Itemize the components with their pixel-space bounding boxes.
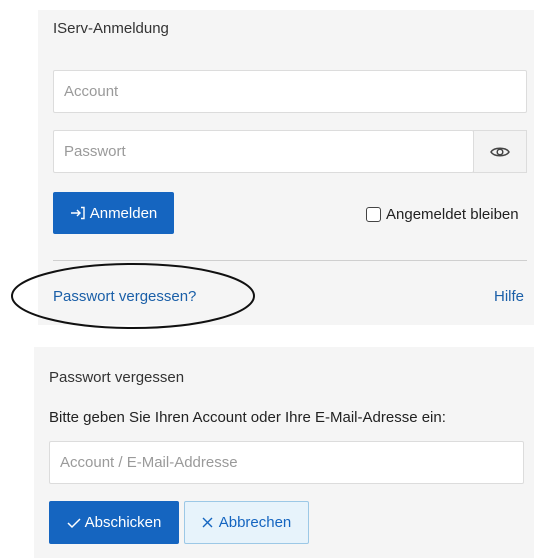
account-field[interactable]	[53, 70, 527, 113]
login-button[interactable]: Anmelden	[53, 192, 174, 234]
forgot-title: Passwort vergessen	[49, 369, 185, 386]
forgot-password-panel: Passwort vergessen Bitte geben Sie Ihren…	[34, 347, 534, 558]
login-arrow-icon	[70, 206, 85, 220]
highlight-ellipse	[11, 263, 255, 329]
eye-icon	[490, 147, 510, 156]
submit-button[interactable]: Abschicken	[49, 501, 179, 544]
remember-label: Angemeldet bleiben	[386, 206, 519, 223]
show-password-button[interactable]	[473, 130, 527, 173]
submit-button-label: Abschicken	[84, 514, 162, 531]
cancel-button[interactable]: Abbrechen	[184, 501, 309, 544]
forgot-instruction: Bitte geben Sie Ihren Account oder Ihre …	[49, 409, 446, 426]
remember-checkbox[interactable]	[366, 207, 381, 222]
cancel-button-label: Abbrechen	[218, 514, 292, 531]
account-email-input[interactable]	[50, 442, 523, 483]
account-email-field[interactable]	[49, 441, 524, 484]
help-link[interactable]: Hilfe	[494, 288, 524, 305]
login-button-label: Anmelden	[89, 204, 158, 222]
account-input[interactable]	[54, 71, 526, 112]
check-icon	[67, 517, 81, 528]
password-input[interactable]	[54, 131, 473, 172]
login-title: IServ-Anmeldung	[53, 20, 169, 37]
password-field[interactable]	[53, 130, 474, 173]
x-icon	[202, 517, 213, 528]
